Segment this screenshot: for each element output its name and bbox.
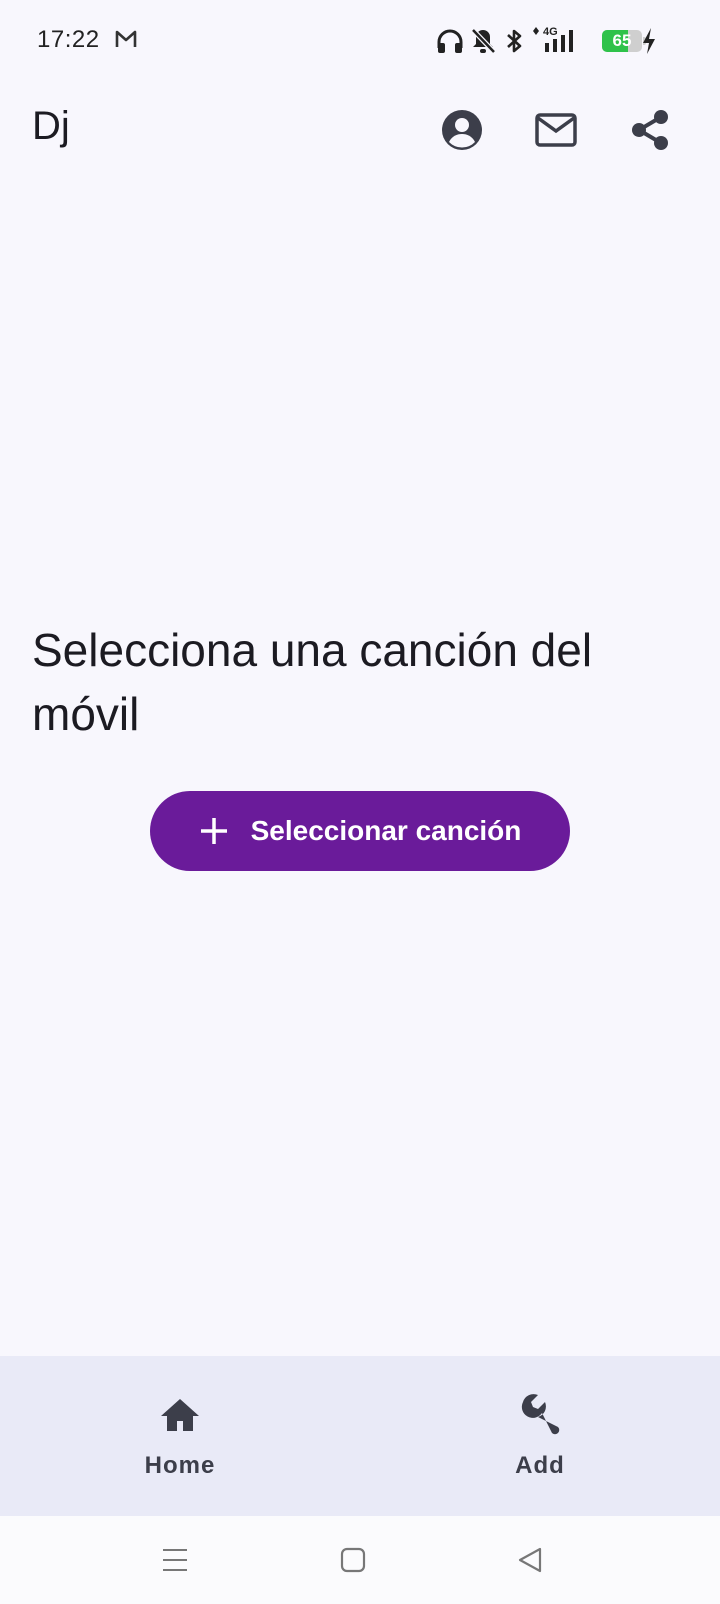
wrench-icon: [515, 1390, 565, 1440]
select-song-label: Seleccionar canción: [250, 815, 522, 846]
account-icon: [442, 110, 482, 150]
app-title: Dj: [32, 104, 70, 148]
battery-level: 65: [612, 31, 632, 50]
back-triangle-icon: [518, 1547, 542, 1573]
nav-item-home[interactable]: Home: [0, 1356, 360, 1516]
status-bar: 17:22 4G 65: [0, 0, 720, 80]
signal-4g-icon: 4G: [533, 25, 581, 60]
account-button[interactable]: [434, 102, 490, 158]
nav-label-home: Home: [144, 1452, 216, 1479]
status-time: 17:22: [37, 26, 100, 53]
notifications-off-icon: [470, 27, 496, 60]
recent-apps-button[interactable]: [153, 1538, 197, 1582]
system-navigation-bar: [0, 1516, 720, 1604]
nav-label-add: Add: [515, 1452, 565, 1479]
battery-icon: 65: [602, 30, 646, 52]
charging-bolt-icon: [641, 27, 657, 60]
bluetooth-icon: [505, 27, 523, 60]
share-button[interactable]: [622, 102, 678, 158]
nav-item-add[interactable]: Add: [360, 1356, 720, 1516]
select-song-button[interactable]: Seleccionar canción: [150, 791, 570, 871]
svg-text:4G: 4G: [543, 26, 558, 38]
home-system-button[interactable]: [331, 1538, 375, 1582]
share-icon: [632, 110, 668, 150]
home-icon: [155, 1390, 205, 1440]
plus-icon: [200, 818, 227, 844]
home-square-icon: [340, 1547, 366, 1573]
mail-icon: [535, 113, 577, 147]
menu-lines-icon: [163, 1549, 187, 1571]
headphones-icon: [436, 28, 464, 59]
empty-state-message: Selecciona una canción del móvil: [32, 624, 593, 740]
mail-button[interactable]: [528, 102, 584, 158]
gmail-icon: [115, 30, 137, 53]
back-button[interactable]: [508, 1538, 552, 1582]
bottom-navigation: Home Add: [0, 1356, 720, 1516]
app-bar: Dj: [0, 80, 720, 180]
